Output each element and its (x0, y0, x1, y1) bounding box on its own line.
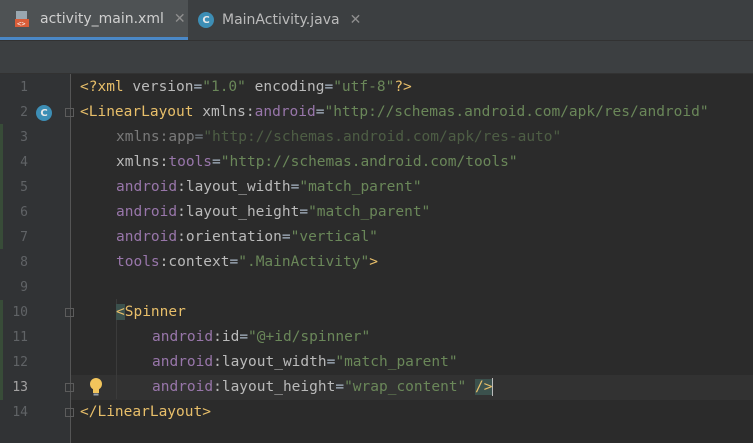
code-line-6: android:layout_height="match_parent" (116, 204, 431, 220)
line-number: 4 (20, 155, 28, 170)
code-line-13: android:layout_height="wrap_content" /> (152, 378, 494, 396)
svg-text:<>: <> (17, 20, 25, 28)
editor-tab-bar: <> activity_main.xml ✕ C MainActivity.ja… (0, 0, 753, 41)
line-number: 1 (20, 80, 28, 95)
editor-toolbar (0, 41, 753, 74)
line-number: 6 (20, 205, 28, 220)
code-line-10: <Spinner (116, 304, 186, 320)
code-line-3: xmlns:app="http://schemas.android.com/ap… (116, 129, 562, 145)
line-number: 11 (12, 330, 28, 345)
line-number: 12 (12, 355, 28, 370)
code-line-7: android:orientation="vertical" (116, 229, 378, 245)
line-number: 13 (12, 380, 28, 395)
line-number: 10 (12, 305, 28, 320)
line-number: 5 (20, 180, 28, 195)
tab-activity-main-xml[interactable]: <> activity_main.xml ✕ (0, 0, 188, 40)
code-line-12: android:layout_width="match_parent" (152, 354, 458, 370)
fold-toggle-icon[interactable] (65, 308, 74, 317)
tab-mainactivity-java[interactable]: C MainActivity.java ✕ (190, 0, 370, 40)
lightbulb-icon[interactable] (88, 377, 104, 397)
code-editor[interactable]: 1 2 3 4 5 6 7 8 9 10 11 12 13 14 C <?xml… (0, 74, 753, 443)
fold-toggle-icon[interactable] (65, 383, 74, 392)
class-gutter-icon[interactable]: C (36, 105, 52, 121)
line-number: 8 (20, 255, 28, 270)
tab-label: activity_main.xml (40, 10, 164, 27)
close-icon[interactable]: ✕ (174, 11, 186, 27)
code-line-11: android:id="@+id/spinner" (152, 329, 371, 345)
java-class-icon: C (198, 12, 214, 28)
fold-toggle-icon[interactable] (65, 408, 74, 417)
tab-label: MainActivity.java (222, 12, 340, 28)
code-line-8: tools:context=".MainActivity"> (116, 254, 378, 270)
xml-file-icon: <> (15, 10, 29, 28)
line-number: 14 (12, 405, 28, 420)
line-number: 2 (20, 105, 28, 120)
close-icon[interactable]: ✕ (350, 12, 362, 28)
code-line-4: xmlns:tools="http://schemas.android.com/… (116, 154, 518, 170)
line-number: 7 (20, 230, 28, 245)
code-line-14: </LinearLayout> (80, 404, 211, 420)
line-number: 3 (20, 130, 28, 145)
text-caret (492, 378, 494, 396)
line-number: 9 (20, 280, 28, 295)
code-line-2: <LinearLayout xmlns:android="http://sche… (80, 104, 709, 120)
code-line-1: <?xml version="1.0" encoding="utf-8"?> (80, 79, 412, 95)
code-line-5: android:layout_width="match_parent" (116, 179, 422, 195)
line-gutter: 1 2 3 4 5 6 7 8 9 10 11 12 13 14 C (0, 74, 102, 443)
fold-toggle-icon[interactable] (65, 108, 74, 117)
